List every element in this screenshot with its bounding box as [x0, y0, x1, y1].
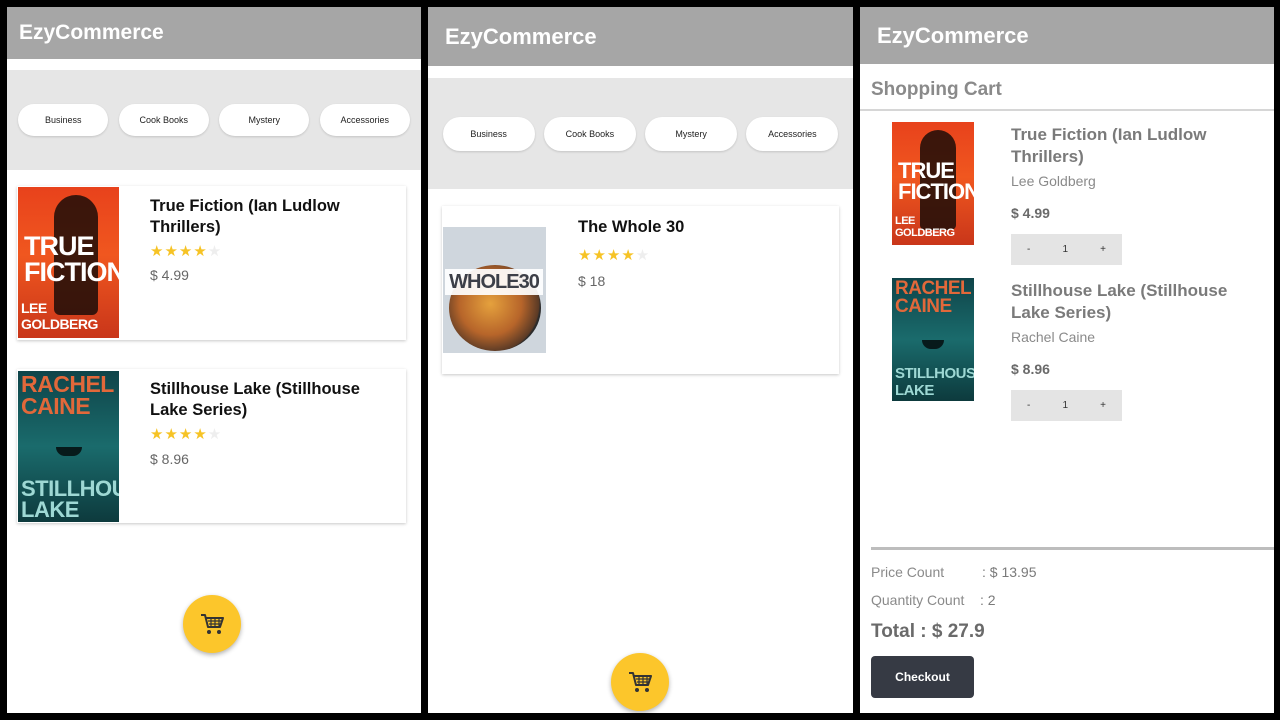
order-total: Total : $ 27.9: [871, 621, 985, 642]
product-list-screen: EzyCommerce Business Cook Books Mystery …: [7, 7, 421, 713]
rating-stars: ★★★★★: [578, 247, 651, 264]
quantity-value: 1: [1062, 244, 1069, 255]
divider: [860, 109, 1274, 111]
divider: [871, 547, 1274, 550]
quantity-count-value: : 2: [980, 592, 996, 608]
increment-button[interactable]: +: [1100, 244, 1106, 255]
product-card[interactable]: TRUE FICTION LEE GOLDBERG True Fiction (I…: [17, 186, 406, 340]
app-title: EzyCommerce: [19, 21, 164, 44]
app-title: EzyCommerce: [445, 23, 597, 49]
price-count-value: : $ 13.95: [982, 564, 1037, 580]
cart-fab-button[interactable]: [183, 595, 241, 653]
category-chip-accessories[interactable]: Accessories: [319, 104, 410, 136]
category-chip-business[interactable]: Business: [442, 116, 535, 151]
shopping-cart-icon: [201, 614, 224, 634]
quantity-stepper: - 1 +: [1011, 234, 1122, 265]
book-cover-image: WHOLE30: [443, 227, 546, 353]
cart-item-author: Rachel Caine: [1011, 329, 1096, 345]
checkout-button[interactable]: Checkout: [871, 656, 974, 698]
shopping-cart-icon: [629, 672, 652, 692]
category-bar: Business Cook Books Mystery Accessories: [7, 70, 421, 170]
app-bar: EzyCommerce: [7, 7, 421, 59]
app-title: EzyCommerce: [877, 22, 1029, 48]
rating-stars: ★★★★★: [150, 426, 223, 443]
product-title: True Fiction (Ian Ludlow Thrillers): [150, 197, 340, 236]
cart-item-price: $ 8.96: [1011, 361, 1050, 377]
quantity-value: 1: [1062, 400, 1069, 411]
app-bar: EzyCommerce: [428, 7, 853, 66]
product-title: The Whole 30: [578, 218, 685, 236]
book-cover-image: TRUE FICTION LEE GOLDBERG: [18, 187, 119, 338]
category-products-screen: EzyCommerce Business Cook Books Mystery …: [428, 7, 853, 713]
product-price: $ 18: [578, 273, 606, 289]
category-chip-business[interactable]: Business: [18, 104, 109, 136]
quantity-count-label: Quantity Count: [871, 592, 965, 608]
category-chip-cook-books[interactable]: Cook Books: [118, 104, 209, 136]
category-chip-mystery[interactable]: Mystery: [219, 104, 310, 136]
book-cover-image: RACHELCAINE STILLHOUSELAKE: [892, 278, 974, 401]
category-chip-accessories[interactable]: Accessories: [746, 116, 839, 151]
decrement-button[interactable]: -: [1027, 400, 1030, 411]
product-title: Stillhouse Lake (Stillhouse Lake Series): [150, 380, 360, 419]
book-cover-image: RACHELCAINE STILLHOUSELAKE: [18, 371, 119, 522]
decrement-button[interactable]: -: [1027, 244, 1030, 255]
product-card[interactable]: WHOLE30 The Whole 30 ★★★★★ $ 18: [442, 206, 839, 374]
product-price: $ 8.96: [150, 451, 189, 467]
category-bar: Business Cook Books Mystery Accessories: [428, 78, 853, 189]
increment-button[interactable]: +: [1100, 400, 1106, 411]
cart-fab-button[interactable]: [611, 653, 669, 711]
shopping-cart-screen: EzyCommerce Shopping Cart TRUE FICTION LE…: [860, 7, 1274, 713]
category-chip-mystery[interactable]: Mystery: [645, 116, 738, 151]
app-bar: EzyCommerce: [860, 7, 1274, 64]
product-card[interactable]: RACHELCAINE STILLHOUSELAKE Stillhouse La…: [17, 369, 406, 523]
cart-item-title: True Fiction (Ian Ludlow Thrillers): [1011, 125, 1207, 166]
quantity-stepper: - 1 +: [1011, 390, 1122, 421]
cart-item-author: Lee Goldberg: [1011, 173, 1096, 189]
book-cover-image: TRUE FICTION LEE GOLDBERG: [892, 122, 974, 245]
rating-stars: ★★★★★: [150, 243, 223, 260]
cart-item-title: Stillhouse Lake (Stillhouse Lake Series): [1011, 281, 1228, 322]
page-title: Shopping Cart: [871, 79, 1002, 100]
price-count-label: Price Count: [871, 564, 945, 580]
cart-item-price: $ 4.99: [1011, 205, 1050, 221]
product-price: $ 4.99: [150, 267, 189, 283]
category-chip-cook-books[interactable]: Cook Books: [543, 116, 636, 151]
